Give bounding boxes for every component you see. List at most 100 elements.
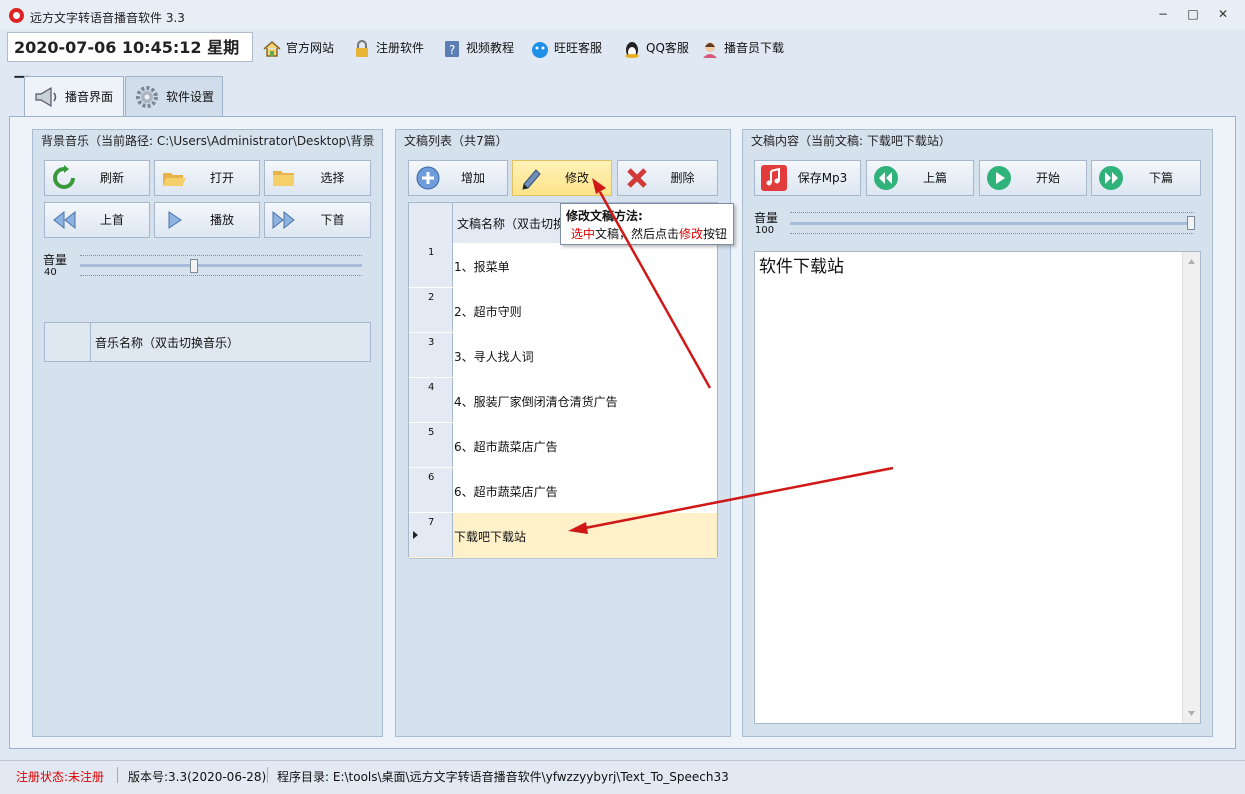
row-name: 4、服装厂家倒闭清仓清货广告 <box>454 395 618 409</box>
content-volume-ticks-bottom <box>790 233 1194 236</box>
row-number: 6 <box>409 468 453 512</box>
row-number: 4 <box>409 378 453 422</box>
table-row[interactable]: 2 2、超市守则 <box>409 288 717 334</box>
start-label: 开始 <box>1035 171 1060 185</box>
save-mp3-label: 保存Mp3 <box>797 171 848 185</box>
tab-settings[interactable]: 软件设置 <box>125 76 223 116</box>
scroll-arrows-icon <box>1188 259 1195 716</box>
help-book-icon: ? <box>442 39 462 59</box>
next-song-button[interactable]: 下首 <box>264 202 371 238</box>
row-name: 6、超市蔬菜店广告 <box>454 485 558 499</box>
video-tutorial-link[interactable]: ? 视频教程 <box>442 37 514 59</box>
restore-button[interactable]: □ <box>1184 7 1202 23</box>
next-article-button[interactable]: 下篇 <box>1091 160 1201 196</box>
row-name: 3、寻人找人词 <box>454 350 534 364</box>
content-volume-slider-thumb[interactable] <box>1187 216 1195 230</box>
content-volume-track[interactable] <box>790 222 1194 225</box>
table-row[interactable]: 3 3、寻人找人词 <box>409 333 717 379</box>
status-bar: 注册状态:未注册 版本号:3.3(2020-06-28) 程序目录: E:\to… <box>0 760 1245 794</box>
prev-article-button[interactable]: 上篇 <box>866 160 974 196</box>
official-site-link[interactable]: 官方网站 <box>262 37 334 59</box>
prev-song-button[interactable]: 上首 <box>44 202 150 238</box>
row-number-text: 7 <box>428 517 435 528</box>
select-label: 选择 <box>320 171 345 185</box>
home-icon <box>262 39 282 59</box>
wangwang-link[interactable]: 旺旺客服 <box>530 37 602 59</box>
announcer-download-label: 播音员下载 <box>724 41 785 55</box>
play-button[interactable]: 播放 <box>154 202 260 238</box>
close-button[interactable]: ✕ <box>1214 7 1232 23</box>
music-name-column[interactable]: 音乐名称（双击切换音乐） <box>95 334 239 351</box>
edit-button[interactable]: 修改 <box>512 160 612 196</box>
row-name: 1、报菜单 <box>454 260 510 274</box>
minimize-button[interactable]: − <box>1154 7 1172 23</box>
table-row-selected[interactable]: 7 下载吧下载站 <box>409 513 717 559</box>
row-number-text: 4 <box>428 382 435 393</box>
announcer-download-link[interactable]: 播音员下载 <box>700 37 784 59</box>
row-name: 6、超市蔬菜店广告 <box>454 440 558 454</box>
content-volume-label: 音量 <box>754 211 779 225</box>
video-tutorial-label: 视频教程 <box>466 41 515 55</box>
edit-label: 修改 <box>564 171 589 185</box>
bg-volume-slider-thumb[interactable] <box>190 259 198 273</box>
prev-article-label: 上篇 <box>922 171 947 185</box>
register-link[interactable]: 注册软件 <box>352 37 424 59</box>
refresh-button[interactable]: 刷新 <box>44 160 150 196</box>
content-textarea[interactable]: 软件下载站 <box>754 251 1201 724</box>
content-scrollbar[interactable] <box>1182 252 1200 723</box>
row-number-text: 1 <box>428 247 435 258</box>
refresh-label: 刷新 <box>99 171 124 185</box>
row-number: 7 <box>409 513 453 557</box>
play-label: 播放 <box>209 213 234 227</box>
bg-volume-label: 音量 <box>43 253 68 267</box>
qq-service-link[interactable]: QQ客服 <box>622 37 689 59</box>
program-dir-text: 程序目录: E:\tools\桌面\远方文字转语音播音软件\yfwzzyybyr… <box>277 770 729 784</box>
status-separator <box>117 767 118 783</box>
register-label: 注册软件 <box>376 41 425 55</box>
delete-label: 删除 <box>670 171 695 185</box>
manuscript-name-column[interactable]: 文稿名称（双击切换 <box>457 215 565 232</box>
bg-music-title: 背景音乐（当前路径: C:\Users\Administrator\Deskto… <box>41 134 375 148</box>
megaphone-icon <box>33 84 59 110</box>
tooltip-part1: 选中 <box>571 227 596 241</box>
tab-broadcast[interactable]: 播音界面 <box>24 76 124 117</box>
tooltip-title: 修改文稿方法: <box>566 209 643 223</box>
table-row[interactable]: 4 4、服装厂家倒闭清仓清货广告 <box>409 378 717 424</box>
table-row[interactable]: 1 1、报菜单 <box>409 243 717 289</box>
reg-status-label: 注册状态: <box>16 770 69 784</box>
reg-status: 注册状态:未注册 <box>16 768 104 785</box>
tooltip-part4: 按钮 <box>703 227 728 241</box>
open-label: 打开 <box>209 171 234 185</box>
qq-penguin-icon <box>622 39 642 59</box>
tooltip-body: 选中文稿，然后点击修改按钮 <box>571 225 727 242</box>
row-number: 5 <box>409 423 453 467</box>
select-button[interactable]: 选择 <box>264 160 371 196</box>
row-number-text: 5 <box>428 427 435 438</box>
delete-button[interactable]: 删除 <box>617 160 718 196</box>
manuscript-title: 文稿列表（共7篇） <box>404 134 508 148</box>
window-title: 远方文字转语音播音软件 3.3 <box>30 11 185 25</box>
lock-icon <box>352 39 372 59</box>
row-name: 2、超市守则 <box>454 305 522 319</box>
content-text[interactable]: 软件下载站 <box>759 252 844 277</box>
manuscript-grid: 文稿名称（双击切换 1 1、报菜单 2 2、超市守则 3 3、寻人找人词 4 4… <box>408 202 718 559</box>
edit-tooltip: 修改文稿方法: 选中文稿，然后点击修改按钮 <box>560 203 734 245</box>
start-button[interactable]: 开始 <box>979 160 1087 196</box>
title-bar: 远方文字转语音播音软件 3.3 − □ ✕ <box>0 0 1245 30</box>
next-article-label: 下篇 <box>1148 171 1173 185</box>
row-number-text: 2 <box>428 292 435 303</box>
bg-volume-track[interactable] <box>80 264 362 267</box>
table-row[interactable]: 5 6、超市蔬菜店广告 <box>409 423 717 469</box>
toolbar: 2020-07-06 10:45:12 星期一 官方网站 注册软件 ? 视频教程… <box>0 31 1245 87</box>
row-name: 下载吧下载站 <box>454 530 527 544</box>
gear-icon <box>134 84 160 110</box>
reg-status-value: 未注册 <box>68 770 105 784</box>
open-button[interactable]: 打开 <box>154 160 260 196</box>
bg-volume-ticks-top <box>80 255 362 258</box>
add-button[interactable]: 增加 <box>408 160 508 196</box>
content-volume-ticks-top <box>790 212 1194 215</box>
current-row-arrow-icon <box>413 531 418 539</box>
table-row[interactable]: 6 6、超市蔬菜店广告 <box>409 468 717 514</box>
tab-settings-label: 软件设置 <box>166 90 215 104</box>
save-mp3-button[interactable]: 保存Mp3 <box>754 160 861 196</box>
